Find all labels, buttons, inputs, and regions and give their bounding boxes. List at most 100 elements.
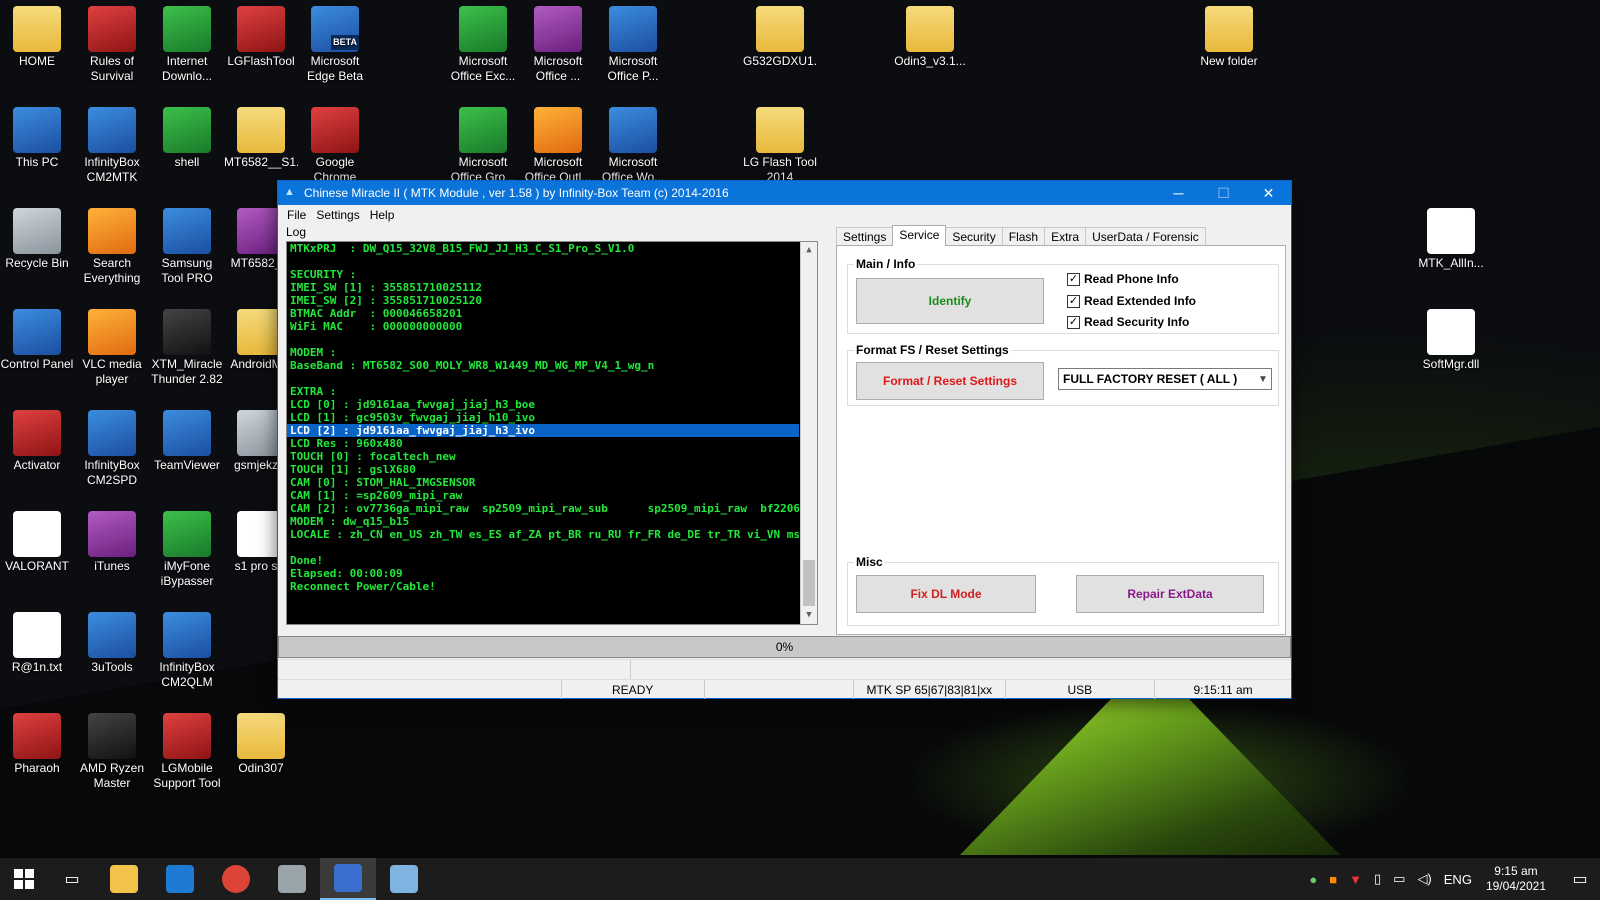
- desktop-icon[interactable]: Microsoft Office ...: [521, 6, 595, 84]
- maximize-button[interactable]: ☐: [1201, 181, 1246, 205]
- tray-app-icon[interactable]: ■: [1329, 872, 1337, 887]
- desktop-icon[interactable]: LGMobile Support Tool: [150, 713, 224, 791]
- read-extended-info-checkbox[interactable]: ✓ Read Extended Info: [1067, 294, 1196, 308]
- scroll-down-icon[interactable]: ▼: [801, 607, 817, 624]
- menu-help[interactable]: Help: [365, 208, 400, 222]
- desktop-icon[interactable]: VLC media player: [75, 309, 149, 387]
- desktop-icon[interactable]: Microsoft Office Wo...: [596, 107, 670, 185]
- taskbar-app-tool[interactable]: [264, 858, 320, 900]
- status-spacer: [705, 680, 855, 699]
- notification-icon[interactable]: ▭: [1560, 869, 1600, 889]
- clock[interactable]: 9:15 am 19/04/2021: [1486, 864, 1546, 894]
- desktop-icon[interactable]: VALORANT: [0, 511, 74, 589]
- log-output[interactable]: MTKxPRJ : DW_Q15_32V8_B15_FWJ_JJ_H3_C_S1…: [286, 241, 818, 625]
- desktop-icon[interactable]: Odin307: [224, 713, 298, 791]
- desktop-icon[interactable]: Internet Downlo...: [150, 6, 224, 84]
- desktop-icon[interactable]: Microsoft Office Outl...: [521, 107, 595, 185]
- tab-flash[interactable]: Flash: [1001, 227, 1046, 246]
- desktop-icon[interactable]: TeamViewer: [150, 410, 224, 488]
- usb-icon[interactable]: ▯: [1374, 871, 1381, 887]
- desktop-icon[interactable]: Recycle Bin: [0, 208, 74, 286]
- scroll-thumb[interactable]: [803, 560, 815, 606]
- reset-mode-select[interactable]: FULL FACTORY RESET ( ALL ) ▼: [1058, 368, 1272, 390]
- fix-dl-mode-button[interactable]: Fix DL Mode: [856, 575, 1036, 613]
- desktop-icon[interactable]: Microsoft Office P...: [596, 6, 670, 84]
- desktop-icon[interactable]: AMD Ryzen Master: [75, 713, 149, 791]
- language-indicator[interactable]: ENG: [1444, 872, 1472, 887]
- tab-settings[interactable]: Settings: [836, 227, 894, 246]
- menu-file[interactable]: File: [282, 208, 311, 222]
- log-line: MODEM :: [290, 346, 337, 359]
- log-line: LCD Res : 960x480: [290, 437, 403, 450]
- desktop-icon[interactable]: This PC: [0, 107, 74, 185]
- clock-date: 19/04/2021: [1485, 879, 1546, 893]
- desktop-icon[interactable]: iMyFone iBypasser: [150, 511, 224, 589]
- identify-button[interactable]: Identify: [856, 278, 1044, 324]
- desktop-icon[interactable]: Microsoft Office Gro...: [446, 107, 520, 185]
- close-button[interactable]: ✕: [1246, 181, 1291, 205]
- onenote-icon: [534, 6, 582, 52]
- tab-service[interactable]: Service: [892, 225, 947, 246]
- format-reset-button[interactable]: Format / Reset Settings: [856, 362, 1044, 400]
- task-view-icon: ▭: [64, 871, 80, 888]
- misc-group: Misc Fix DL Mode Repair ExtData: [847, 555, 1279, 626]
- taskbar-app-file-explorer[interactable]: [96, 858, 152, 900]
- desktop-icon[interactable]: Control Panel: [0, 309, 74, 387]
- desktop-icon[interactable]: LG Flash Tool 2014: [743, 107, 817, 185]
- desktop-icon-label: AMD Ryzen Master: [79, 761, 144, 790]
- desktop-icon-label: New folder: [1200, 54, 1258, 68]
- taskbar-app-edge-beta[interactable]: [152, 858, 208, 900]
- desktop-icon[interactable]: Google Chrome: [298, 107, 372, 185]
- desktop-icon[interactable]: New folder: [1192, 6, 1266, 84]
- desktop-icon[interactable]: 3uTools: [75, 612, 149, 690]
- log-line: Elapsed: 00:00:09: [290, 567, 403, 580]
- desktop-icon[interactable]: BETA Microsoft Edge Beta: [298, 6, 372, 84]
- search-icon: [88, 208, 136, 254]
- desktop-icon[interactable]: G532GDXU1...: [743, 6, 817, 84]
- read-phone-info-checkbox[interactable]: ✓ Read Phone Info: [1067, 272, 1179, 286]
- log-scrollbar[interactable]: ▲ ▼: [800, 242, 817, 624]
- desktop-icon[interactable]: Pharaoh: [0, 713, 74, 791]
- desktop-icon[interactable]: R@1n.txt: [0, 612, 74, 690]
- log-line: IMEI_SW [2] : 355851710025120: [290, 294, 483, 307]
- taskbar-app-chrome[interactable]: [208, 858, 264, 900]
- read-phone-info-label: Read Phone Info: [1084, 272, 1179, 286]
- volume-icon[interactable]: ◁): [1417, 871, 1431, 887]
- desktop-icon[interactable]: Microsoft Office Exc...: [446, 6, 520, 84]
- desktop-icon[interactable]: iTunes: [75, 511, 149, 589]
- desktop-icon[interactable]: InfinityBox CM2SPD: [75, 410, 149, 488]
- desktop-icon[interactable]: InfinityBox CM2MTK: [75, 107, 149, 185]
- desktop-icon[interactable]: HOME: [0, 6, 74, 84]
- start-button[interactable]: [0, 858, 48, 900]
- menu-settings[interactable]: Settings: [311, 208, 364, 222]
- taskbar-apps: [96, 858, 432, 900]
- repair-extdata-button[interactable]: Repair ExtData: [1076, 575, 1264, 613]
- minimize-button[interactable]: ─: [1156, 181, 1201, 205]
- scroll-up-icon[interactable]: ▲: [801, 242, 817, 259]
- desktop-icon[interactable]: MT6582__S1...: [224, 107, 298, 185]
- antivirus-icon[interactable]: ▼: [1349, 872, 1362, 887]
- desktop-icon[interactable]: Rules of Survival: [75, 6, 149, 84]
- desktop-icon[interactable]: MTK_AllIn...: [1414, 208, 1488, 286]
- desktop-icon[interactable]: Odin3_v3.1...: [893, 6, 967, 84]
- read-security-info-checkbox[interactable]: ✓ Read Security Info: [1067, 315, 1189, 329]
- wifi-icon[interactable]: ▭: [1393, 871, 1405, 887]
- desktop-icon[interactable]: SoftMgr.dll: [1414, 309, 1488, 387]
- taskbar-app-cm2mtk[interactable]: [320, 858, 376, 900]
- desktop-icon[interactable]: Search Everything: [75, 208, 149, 286]
- window-titlebar[interactable]: ▲ Chinese Miracle II ( MTK Module , ver …: [278, 181, 1291, 205]
- task-view-button[interactable]: ▭: [48, 858, 96, 900]
- desktop-icon[interactable]: Samsung Tool PRO: [150, 208, 224, 286]
- desktop-icon[interactable]: LGFlashTool: [224, 6, 298, 84]
- tab-security[interactable]: Security: [945, 227, 1003, 246]
- desktop-icon[interactable]: XTM_Miracle Thunder 2.82: [150, 309, 224, 387]
- tab-userdata-forensic[interactable]: UserData / Forensic: [1085, 227, 1206, 246]
- network-app-icon[interactable]: ●: [1309, 872, 1317, 887]
- desktop-icon[interactable]: InfinityBox CM2QLM: [150, 612, 224, 690]
- desktop-icon[interactable]: Activator: [0, 410, 74, 488]
- taskbar-app-notepad[interactable]: [376, 858, 432, 900]
- checkbox-check-icon: ✓: [1067, 315, 1080, 329]
- desktop-icon[interactable]: shell: [150, 107, 224, 185]
- tab-extra[interactable]: Extra: [1044, 227, 1087, 246]
